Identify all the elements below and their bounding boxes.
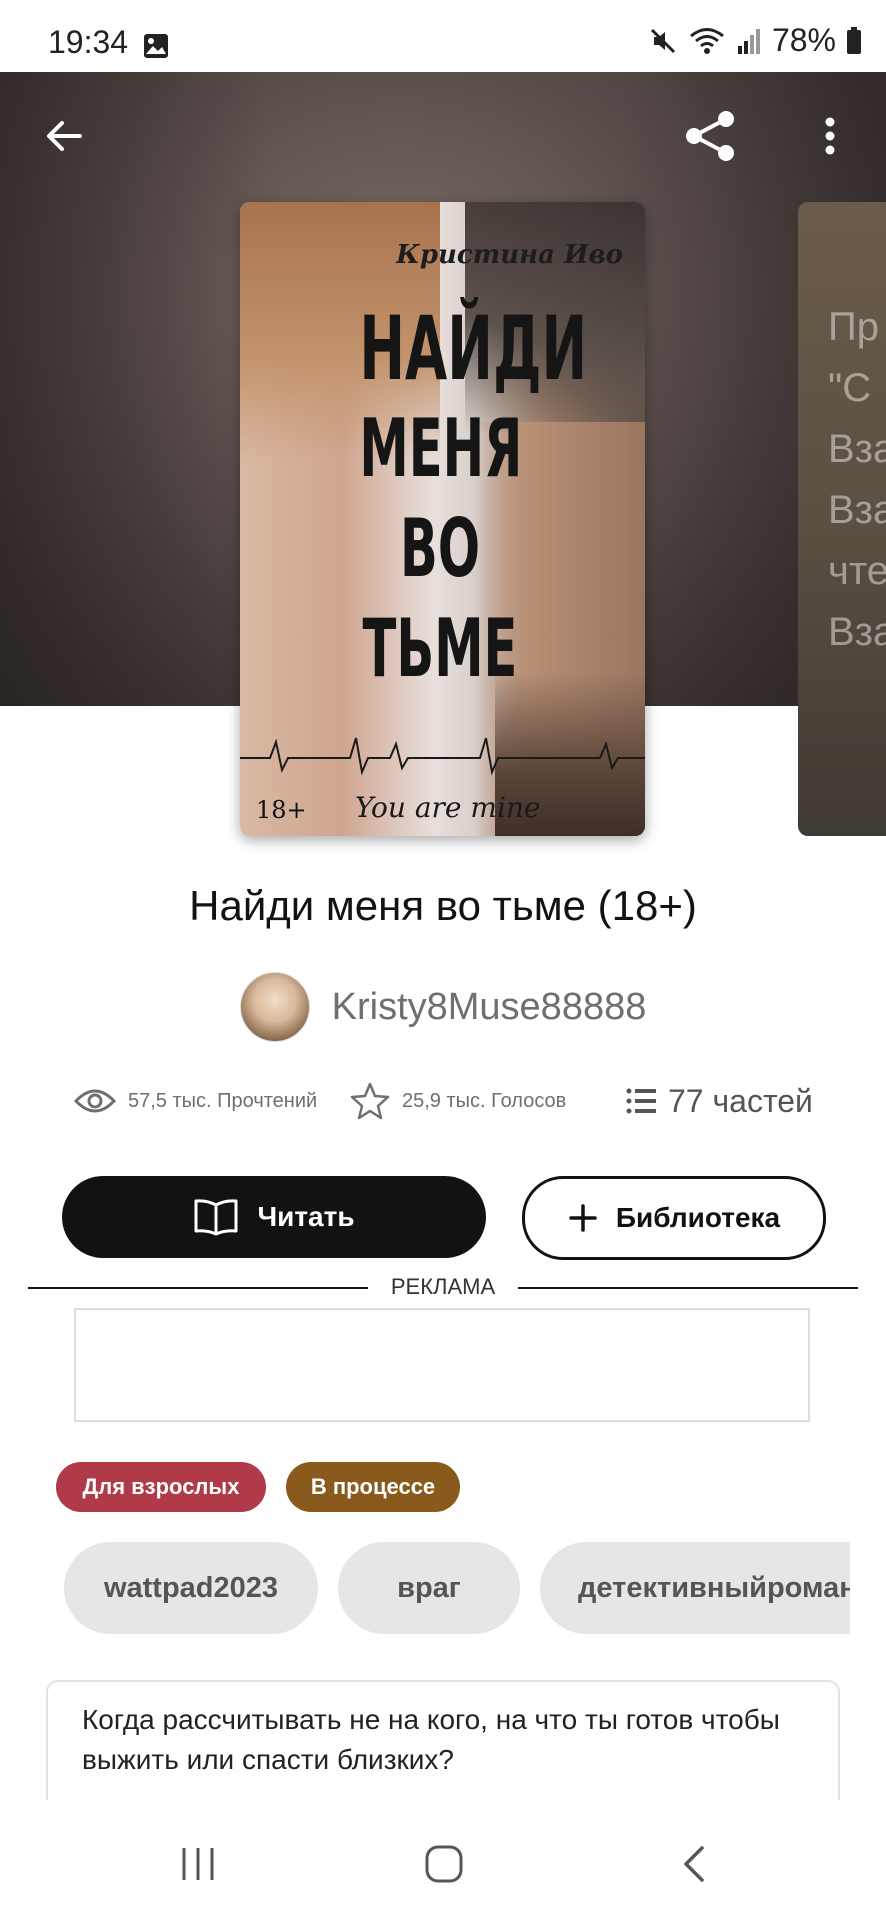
open-book-icon (194, 1199, 238, 1236)
votes-count: 25,9 тыс. Голосов (402, 1089, 567, 1112)
arrow-left-icon (47, 121, 82, 151)
tag-chip[interactable]: детективныйроман (540, 1542, 850, 1634)
peek-line: Вза (828, 610, 886, 654)
list-icon (626, 1088, 656, 1114)
peek-text: Пр "С Вза Вза чте Вза (828, 297, 886, 663)
back-nav-icon[interactable] (678, 1844, 708, 1884)
ad-divider (28, 1287, 368, 1289)
ad-divider (518, 1287, 858, 1289)
eye-icon (74, 1089, 116, 1113)
home-icon[interactable] (424, 1844, 464, 1884)
book-title: Найди меня во тьме (18+) (189, 882, 697, 929)
author-name[interactable]: Kristy8Muse88888 (332, 986, 647, 1029)
heartbeat-line (240, 737, 645, 776)
cover-title-line: ВО (400, 502, 480, 595)
status-bar: 19:34 78% (0, 0, 886, 72)
read-button[interactable]: Читать (62, 1176, 486, 1258)
system-navigation-bar (0, 1808, 886, 1920)
parts-stat[interactable]: 77 частей (626, 1083, 813, 1120)
star-icon (350, 1082, 390, 1120)
signal-icon (737, 28, 760, 54)
author-row[interactable]: Kristy8Muse88888 (0, 972, 886, 1042)
peek-line: Вза (828, 488, 886, 532)
parts-count: 77 частей (668, 1082, 813, 1119)
cover-title-line: ТЬМЕ (362, 602, 518, 695)
peek-line: чте (828, 549, 886, 593)
description-text: Когда рассчитывать не на кого, на что ты… (82, 1704, 780, 1775)
add-to-library-button[interactable]: Библиотека (522, 1176, 826, 1260)
image-notification-icon (144, 34, 168, 58)
plus-icon (569, 1204, 597, 1232)
recent-apps-icon[interactable] (178, 1844, 218, 1884)
battery-percent: 78% (771, 22, 836, 58)
wifi-icon (690, 27, 724, 54)
mature-badge: Для взрослых (56, 1462, 266, 1512)
cover-author-text: Кристина Иво (396, 240, 623, 270)
status-time: 19:34 (48, 24, 129, 60)
more-options-button[interactable] (794, 100, 866, 172)
status-icons: 78% (648, 22, 862, 59)
votes-stat: 25,9 тыс. Голосов (350, 1082, 626, 1120)
mute-icon (650, 28, 676, 53)
library-button-label: Библиотека (615, 1202, 781, 1233)
peek-line: "С (828, 366, 872, 410)
tag-chip[interactable]: wattpad2023 (64, 1542, 318, 1634)
reads-count: 57,5 тыс. Прочтений (128, 1089, 318, 1112)
author-avatar[interactable] (239, 972, 310, 1042)
cover-tagline: You are mine (355, 791, 541, 824)
cover-title-line: НАЙДИ (359, 297, 588, 400)
reads-stat: 57,5 тыс. Прочтений (74, 1087, 350, 1115)
tags-row: wattpad2023 враг детективныйроман (64, 1542, 850, 1634)
ad-slot[interactable] (74, 1308, 810, 1422)
tag-chip[interactable]: враг (338, 1542, 520, 1634)
ongoing-badge: В процессе (286, 1462, 460, 1512)
share-icon (686, 111, 734, 161)
read-button-label: Читать (257, 1201, 355, 1232)
battery-icon (847, 26, 861, 54)
book-stats: 57,5 тыс. Прочтений 25,9 тыс. Голосов 77… (74, 1082, 834, 1120)
share-button[interactable] (674, 100, 746, 172)
next-book-peek-card[interactable]: Пр "С Вза Вза чте Вза (798, 202, 886, 836)
ad-label: РЕКЛАМА (390, 1274, 496, 1299)
more-vertical-icon (825, 117, 835, 155)
cover-age-label: 18+ (256, 796, 307, 824)
back-button[interactable] (28, 100, 100, 172)
peek-line: Пр (828, 305, 879, 349)
peek-line: Вза (828, 427, 886, 471)
book-cover[interactable]: Кристина Иво НАЙДИ МЕНЯ ВО ТЬМЕ 18+ You … (240, 202, 645, 836)
cover-title-line: МЕНЯ (359, 402, 523, 495)
